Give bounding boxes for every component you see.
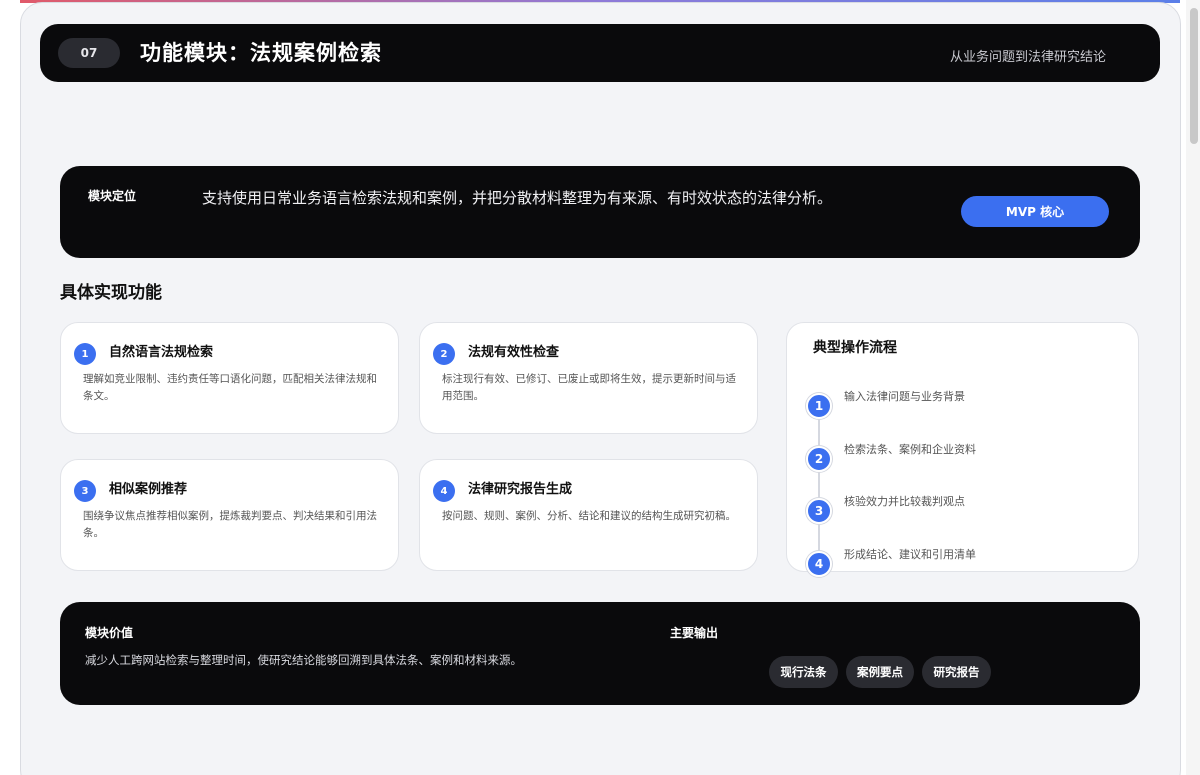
value-label: 模块价值 — [85, 626, 134, 640]
workflow-step-number: 2 — [806, 446, 832, 472]
workflow-timeline-line — [818, 405, 820, 565]
feature-title: 相似案例推荐 — [109, 482, 188, 497]
workflow-step-text: 核验效力并比较裁判观点 — [844, 495, 965, 508]
typical-workflow-card: 典型操作流程 1 输入法律问题与业务背景 2 检索法条、案例和企业资料 3 核验… — [786, 322, 1139, 577]
value-text: 减少人工跨网站检索与整理时间，使研究结论能够回溯到具体法条、案例和材料来源。 — [85, 653, 522, 667]
vertical-scrollbar[interactable] — [1186, 0, 1200, 775]
output-pill-research-report: 研究报告 — [922, 656, 991, 688]
section-title: 具体实现功能 — [60, 283, 162, 303]
workflow-step-text: 输入法律问题与业务背景 — [844, 390, 965, 403]
module-value-card: 模块价值 减少人工跨网站检索与整理时间，使研究结论能够回溯到具体法条、案例和材料… — [60, 602, 1140, 705]
feature-card-validity-check: 2 法规有效性检查 标注现行有效、已修订、已废止或即将生效，提示更新时间与适用范… — [419, 322, 758, 434]
feature-card-report-generation: 4 法律研究报告生成 按问题、规则、案例、分析、结论和建议的结构生成研究初稿。 — [419, 459, 758, 571]
feature-number: 2 — [433, 343, 455, 365]
scrollbar-thumb[interactable] — [1190, 8, 1198, 144]
workflow-title: 典型操作流程 — [813, 340, 897, 356]
feature-card-similar-cases: 3 相似案例推荐 围绕争议焦点推荐相似案例，提炼裁判要点、判决结果和引用法条。 — [60, 459, 399, 571]
output-pill-case-points: 案例要点 — [846, 656, 914, 688]
feature-description: 围绕争议焦点推荐相似案例，提炼裁判要点、判决结果和引用法条。 — [83, 510, 377, 539]
module-header: 07 功能模块：法规案例检索 从业务问题到法律研究结论 — [40, 24, 1160, 82]
module-number-badge: 07 — [58, 38, 120, 68]
workflow-step-number: 4 — [806, 551, 832, 577]
feature-title: 法规有效性检查 — [468, 345, 560, 360]
main-output-label: 主要输出 — [670, 626, 719, 640]
output-pill-current-laws: 现行法条 — [769, 656, 838, 688]
feature-number: 1 — [74, 343, 96, 365]
workflow-step-text: 形成结论、建议和引用清单 — [844, 548, 976, 561]
feature-card-nl-search: 1 自然语言法规检索 理解如竞业限制、违约责任等口语化问题，匹配相关法律法规和条… — [60, 322, 399, 434]
workflow-step-text: 检索法条、案例和企业资料 — [844, 443, 976, 456]
page-subtitle: 从业务问题到法律研究结论 — [949, 50, 1106, 65]
feature-description: 标注现行有效、已修订、已废止或即将生效，提示更新时间与适用范围。 — [442, 373, 736, 402]
feature-description: 按问题、规则、案例、分析、结论和建议的结构生成研究初稿。 — [442, 510, 736, 522]
page-title: 功能模块：法规案例检索 — [140, 41, 382, 65]
positioning-text: 支持使用日常业务语言检索法规和案例，并把分散材料整理为有来源、有时效状态的法律分… — [202, 189, 833, 207]
feature-number: 4 — [433, 480, 455, 502]
positioning-label: 模块定位 — [88, 189, 137, 203]
feature-title: 法律研究报告生成 — [468, 482, 573, 497]
module-positioning-card: 模块定位 支持使用日常业务语言检索法规和案例，并把分散材料整理为有来源、有时效状… — [60, 166, 1140, 258]
feature-title: 自然语言法规检索 — [109, 345, 214, 360]
feature-number: 3 — [74, 480, 96, 502]
feature-description: 理解如竞业限制、违约责任等口语化问题，匹配相关法律法规和条文。 — [83, 373, 377, 402]
workflow-step-number: 3 — [806, 498, 832, 524]
workflow-step-number: 1 — [806, 393, 832, 419]
mvp-core-badge: MVP 核心 — [961, 196, 1109, 227]
